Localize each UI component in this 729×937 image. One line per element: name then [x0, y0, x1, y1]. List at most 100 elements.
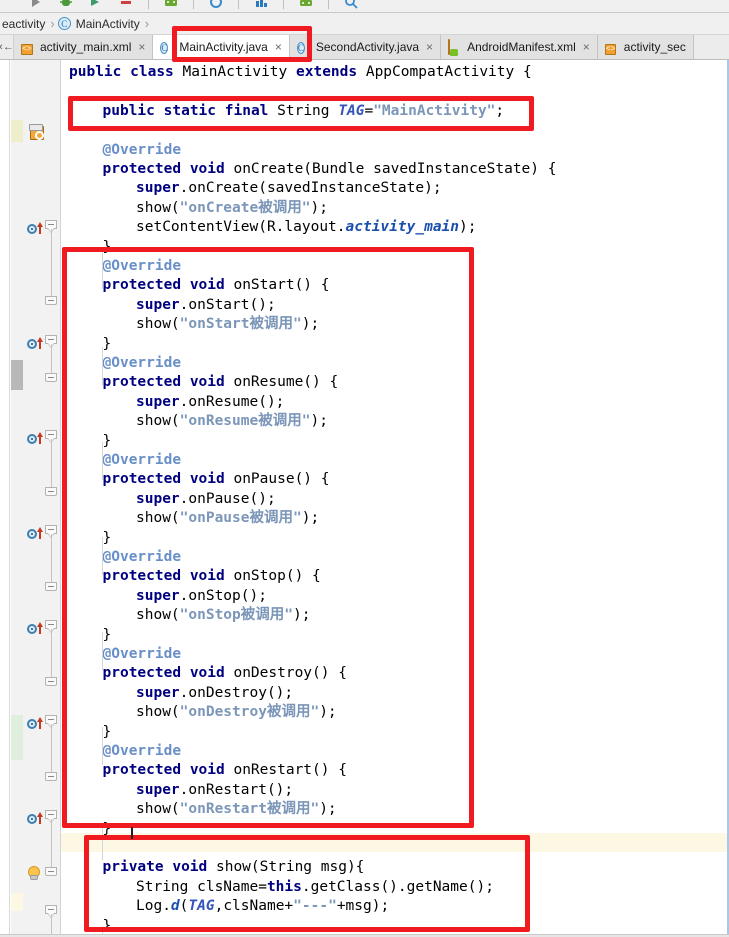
code-token: show(: [136, 413, 180, 430]
code-token: d: [170, 898, 180, 915]
code-line[interactable]: protected void onCreate(Bundle savedInst…: [103, 160, 557, 179]
profiler-icon[interactable]: [253, 0, 269, 10]
code-line[interactable]: super.onDestroy();: [136, 684, 293, 703]
code-line[interactable]: }: [103, 626, 112, 645]
code-line[interactable]: super.onStart();: [136, 296, 276, 315]
code-token: "MainActivity": [373, 102, 496, 119]
code-token: Log.: [136, 898, 171, 915]
code-fold-handle[interactable]: [45, 296, 58, 309]
tab-close-icon[interactable]: ×: [275, 40, 282, 54]
code-line[interactable]: String clsName=this.getClass().getName()…: [136, 878, 494, 897]
code-token: void: [189, 161, 225, 177]
code-line[interactable]: Log.d(TAG,clsName+"---"+msg);: [136, 897, 389, 916]
class-marker-icon[interactable]: [27, 124, 44, 140]
code-line[interactable]: }: [103, 432, 112, 451]
tab-close-icon[interactable]: ×: [426, 40, 433, 54]
code-line[interactable]: }: [103, 335, 112, 354]
code-line[interactable]: @Override: [103, 645, 182, 664]
code-token: ;: [495, 102, 505, 119]
code-line[interactable]: show("onResume被调用");: [136, 412, 328, 431]
editor-gutter[interactable]: [23, 60, 61, 937]
java-class-icon: C: [160, 41, 169, 54]
override-marker-icon[interactable]: [27, 432, 43, 445]
code-line[interactable]: show("onRestart被调用");: [136, 800, 337, 819]
code-line[interactable]: }: [103, 820, 112, 839]
code-line[interactable]: protected void onResume() {: [103, 373, 339, 392]
code-fold-handle[interactable]: [45, 677, 58, 690]
code-token: protected: [102, 374, 182, 391]
code-line[interactable]: @Override: [103, 257, 182, 276]
java-class-icon: C: [296, 41, 305, 54]
code-token: String clsName=: [136, 878, 267, 895]
code-line[interactable]: protected void onStop() {: [103, 567, 321, 586]
code-fold-handle[interactable]: [45, 867, 58, 880]
scrollbar-thumb[interactable]: [11, 360, 23, 390]
tab-activity-sec-xml[interactable]: <> activity_sec: [597, 35, 694, 59]
indent-guide: [102, 442, 103, 480]
code-line[interactable]: protected void onDestroy() {: [103, 664, 347, 683]
override-marker-icon[interactable]: [27, 527, 43, 540]
override-marker-icon[interactable]: [27, 622, 43, 635]
code-line[interactable]: public class MainActivity extends AppCom…: [69, 63, 532, 82]
code-surface[interactable]: public class MainActivity extends AppCom…: [61, 60, 729, 937]
code-line[interactable]: super.onPause();: [136, 490, 276, 509]
avd-manager-icon[interactable]: [163, 0, 179, 10]
tab-androidmanifest-xml[interactable]: AndroidManifest.xml ×: [441, 35, 598, 59]
code-line[interactable]: @Override: [103, 451, 182, 470]
code-line[interactable]: setContentView(R.layout.activity_main);: [136, 218, 476, 237]
code-line[interactable]: show("onDestroy被调用");: [136, 703, 337, 722]
code-line[interactable]: public static final String TAG="MainActi…: [103, 102, 505, 121]
run-coverage-icon[interactable]: [88, 0, 104, 10]
code-fold-handle[interactable]: [45, 487, 58, 500]
code-line[interactable]: @Override: [103, 354, 182, 373]
search-everywhere-icon[interactable]: [343, 0, 359, 10]
override-marker-icon[interactable]: [27, 222, 43, 235]
code-line[interactable]: protected void onStart() {: [103, 276, 330, 295]
code-fold-handle[interactable]: [45, 373, 58, 386]
intention-bulb-icon[interactable]: [27, 866, 42, 880]
code-line[interactable]: show("onPause被调用");: [136, 509, 319, 528]
code-line[interactable]: protected void onRestart() {: [103, 761, 347, 780]
code-line[interactable]: super.onStop();: [136, 587, 267, 606]
code-line[interactable]: super.onCreate(savedInstanceState);: [136, 179, 442, 198]
tab-scroll-left-button[interactable]: ‹←: [0, 35, 14, 59]
code-line[interactable]: @Override: [103, 548, 182, 567]
stop-icon[interactable]: [118, 0, 134, 10]
run-icon[interactable]: [28, 0, 44, 10]
code-line[interactable]: }: [103, 723, 112, 742]
tab-secondactivity-java[interactable]: C SecondActivity.java ×: [289, 35, 442, 59]
code-line[interactable]: }: [103, 238, 112, 257]
breadcrumb-separator-icon: ›: [144, 16, 150, 31]
tab-close-icon[interactable]: ×: [583, 40, 590, 54]
code-fold-handle[interactable]: [45, 582, 58, 595]
code-line[interactable]: super.onRestart();: [136, 781, 293, 800]
device-manager-icon[interactable]: [298, 0, 314, 10]
editor-scrollbar-left[interactable]: [11, 60, 23, 937]
sdk-manager-icon[interactable]: [208, 0, 224, 10]
code-fold-handle[interactable]: [45, 772, 58, 785]
breadcrumb-item-package[interactable]: eactivity: [0, 13, 49, 35]
code-token: .onStart();: [179, 296, 276, 313]
editor-error-stripe[interactable]: [0, 60, 10, 937]
tab-close-icon[interactable]: ×: [138, 40, 145, 54]
code-line[interactable]: @Override: [103, 742, 182, 761]
override-marker-icon[interactable]: [27, 717, 43, 730]
code-line[interactable]: @Override: [103, 141, 182, 160]
code-token: ,clsName+: [214, 898, 294, 915]
code-token: onStop() {: [224, 568, 321, 585]
debug-icon[interactable]: [58, 0, 74, 10]
code-line[interactable]: super.onResume();: [136, 393, 284, 412]
code-line[interactable]: show("onCreate被调用");: [136, 199, 328, 218]
code-line[interactable]: }: [103, 529, 112, 548]
code-line[interactable]: private void show(String msg){: [103, 858, 365, 877]
breadcrumb-item-class[interactable]: C MainActivity: [56, 13, 144, 35]
tab-activity-main-xml[interactable]: <> activity_main.xml ×: [14, 35, 154, 59]
code-line[interactable]: show("onStop被调用");: [136, 606, 310, 625]
override-marker-icon[interactable]: [27, 337, 43, 350]
code-token: protected: [102, 665, 182, 682]
override-marker-icon[interactable]: [27, 812, 43, 825]
code-editor[interactable]: public class MainActivity extends AppCom…: [0, 60, 729, 937]
tab-mainactivity-java[interactable]: C MainActivity.java ×: [153, 35, 290, 59]
code-line[interactable]: protected void onPause() {: [103, 470, 330, 489]
code-line[interactable]: show("onStart被调用");: [136, 315, 319, 334]
